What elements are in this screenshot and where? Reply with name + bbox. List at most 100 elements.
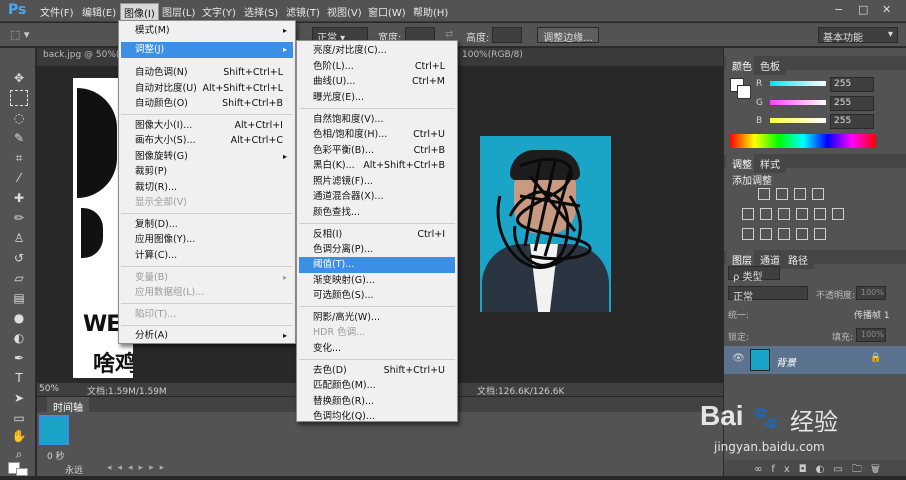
menu-item-posterize[interactable]: 色调分离(P)...: [299, 242, 455, 258]
menu-item-analysis[interactable]: 分析(A) ▸: [121, 328, 293, 344]
menu-item-color-balance[interactable]: 色彩平衡(B)... Ctrl+B: [299, 143, 455, 159]
maximize-icon[interactable]: □: [858, 3, 868, 16]
menu-item-exposure[interactable]: 曝光度(E)...: [299, 90, 455, 106]
menu-layer[interactable]: 图层(L): [162, 4, 195, 19]
bg-color-chip[interactable]: [737, 85, 751, 99]
channel-g-value[interactable]: 255: [830, 96, 874, 111]
background-color-swatch[interactable]: [16, 468, 28, 476]
menu-item-black-white[interactable]: 黑白(K)... Alt+Shift+Ctrl+B: [299, 158, 455, 174]
curves-icon[interactable]: [794, 188, 806, 200]
tab-paths[interactable]: 路径: [782, 250, 814, 269]
menu-item-gradient-map[interactable]: 渐变映射(G)...: [299, 273, 455, 289]
doc-tab-2[interactable]: 100%(RGB/8): [462, 50, 523, 60]
eraser-tool-icon[interactable]: ▱: [10, 270, 28, 286]
menu-item-duplicate[interactable]: 复制(D)...: [121, 217, 293, 233]
marquee-tool-icon[interactable]: [10, 90, 28, 106]
clone-stamp-icon[interactable]: ♙: [10, 230, 28, 246]
menu-item-brightness[interactable]: 亮度/对比度(C)...: [299, 43, 455, 59]
history-brush-icon[interactable]: ↺: [10, 250, 28, 266]
playback-controls[interactable]: ◂◂◂▸▸▸: [107, 463, 170, 473]
channel-r-value[interactable]: 255: [830, 77, 874, 92]
timeline-tab[interactable]: 时间轴: [47, 397, 89, 416]
fill-input[interactable]: 100%: [856, 328, 886, 342]
color-spectrum-bar[interactable]: [730, 134, 876, 148]
brightness-icon[interactable]: [758, 188, 770, 200]
frame-thumbnail[interactable]: [39, 415, 69, 445]
menu-item-replace-color[interactable]: 替换颜色(R)...: [299, 394, 455, 410]
posterize-icon[interactable]: [760, 228, 772, 240]
layer-name[interactable]: 背景: [776, 354, 796, 369]
channel-g-slider[interactable]: [770, 100, 826, 105]
menu-item-canvas-size[interactable]: 画布大小(S)... Alt+Ctrl+C: [121, 133, 293, 149]
propagate-frame-label[interactable]: 传播帧 1: [854, 308, 890, 321]
refine-edge-button[interactable]: 调整边缘...: [537, 27, 599, 44]
swap-icon[interactable]: ⇄: [445, 29, 453, 40]
hand-tool-icon[interactable]: ✋: [10, 428, 28, 444]
menu-item-auto-tone[interactable]: 自动色调(N) Shift+Ctrl+L: [121, 65, 293, 81]
menu-item-equalize[interactable]: 色调均化(Q)...: [299, 409, 455, 425]
menu-item-variables[interactable]: 变量(B) ▸: [121, 270, 293, 286]
menu-item-crop[interactable]: 裁剪(P): [121, 164, 293, 180]
exposure-icon[interactable]: [812, 188, 824, 200]
pen-tool-icon[interactable]: ✒: [10, 350, 28, 366]
crop-tool-icon[interactable]: ⌗: [10, 150, 28, 166]
lookup-icon[interactable]: [832, 208, 844, 220]
photo-filter-icon[interactable]: [814, 208, 826, 220]
menu-item-auto-contrast[interactable]: 自动对比度(U) Alt+Shift+Ctrl+L: [121, 81, 293, 97]
menu-item-trap[interactable]: 陷印(T)...: [121, 307, 293, 323]
balance-icon[interactable]: [778, 208, 790, 220]
menu-edit[interactable]: 编辑(E): [82, 4, 116, 19]
menu-type[interactable]: 文字(Y): [202, 4, 236, 19]
quick-select-icon[interactable]: ✎: [10, 130, 28, 146]
threshold-icon[interactable]: [778, 228, 790, 240]
height-input[interactable]: [492, 27, 522, 43]
menu-item-hdr-toning[interactable]: HDR 色调...: [299, 325, 455, 341]
zoom-tool-icon[interactable]: ⌕: [10, 446, 28, 462]
healing-brush-icon[interactable]: ✚: [10, 190, 28, 206]
menu-item-color-lookup[interactable]: 颜色查找...: [299, 205, 455, 221]
opacity-input[interactable]: 100%: [856, 286, 886, 300]
menu-item-invert[interactable]: 反相(I) Ctrl+I: [299, 227, 455, 243]
menu-select[interactable]: 选择(S): [244, 4, 278, 19]
close-icon[interactable]: ✕: [882, 3, 891, 16]
menu-window[interactable]: 窗口(W): [368, 4, 406, 19]
menu-item-vibrance[interactable]: 自然饱和度(V)...: [299, 112, 455, 128]
zoom-level[interactable]: 50%: [39, 384, 59, 394]
menu-item-threshold[interactable]: 阈值(T)...: [299, 257, 455, 273]
workspace-select[interactable]: 基本功能 ▾: [818, 27, 898, 44]
menu-item-photo-filter[interactable]: 照片滤镜(F)...: [299, 174, 455, 190]
menu-item-desaturate[interactable]: 去色(D) Shift+Ctrl+U: [299, 363, 455, 379]
menu-item-match-color[interactable]: 匹配颜色(M)...: [299, 378, 455, 394]
eyedropper-icon[interactable]: ⁄: [10, 170, 28, 186]
menu-help[interactable]: 帮助(H): [413, 4, 448, 19]
layer-row-background[interactable]: 👁 背景 🔒: [724, 346, 906, 374]
menu-file[interactable]: 文件(F): [40, 4, 74, 19]
lasso-tool-icon[interactable]: ◌: [10, 110, 28, 126]
channel-b-value[interactable]: 255: [830, 114, 874, 129]
path-select-icon[interactable]: ➤: [10, 390, 28, 406]
gradient-map-icon[interactable]: [796, 228, 808, 240]
menu-item-levels[interactable]: 色阶(L)... Ctrl+L: [299, 59, 455, 75]
menu-item-shadows-highlights[interactable]: 阴影/高光(W)...: [299, 310, 455, 326]
menu-filter[interactable]: 滤镜(T): [286, 4, 320, 19]
selective-color-icon[interactable]: [814, 228, 826, 240]
menu-item-rotate[interactable]: 图像旋转(G) ▸: [121, 149, 293, 165]
menu-item-auto-color[interactable]: 自动颜色(O) Shift+Ctrl+B: [121, 96, 293, 112]
menu-item-apply-image[interactable]: 应用图像(Y)...: [121, 232, 293, 248]
tab-swatches[interactable]: 色板: [754, 56, 786, 75]
menu-item-curves[interactable]: 曲线(U)... Ctrl+M: [299, 74, 455, 90]
layer-filter-select[interactable]: ρ 类型: [728, 266, 780, 283]
menu-view[interactable]: 视图(V): [327, 4, 362, 19]
gradient-tool-icon[interactable]: ▤: [10, 290, 28, 306]
layer-action-icons[interactable]: ∞fx◘◐▭🗀🗑: [754, 462, 889, 479]
move-tool-icon[interactable]: ✥: [10, 70, 28, 86]
channel-r-slider[interactable]: [770, 81, 826, 86]
menu-item-reveal-all[interactable]: 显示全部(V): [121, 195, 293, 211]
rectangle-tool-icon[interactable]: ▭: [10, 410, 28, 426]
menu-item-variations[interactable]: 变化...: [299, 341, 455, 357]
frame-time[interactable]: 0 秒: [47, 449, 65, 462]
menu-item-channel-mixer[interactable]: 通道混合器(X)...: [299, 189, 455, 205]
blur-tool-icon[interactable]: ●: [10, 310, 28, 326]
tab-styles[interactable]: 样式: [754, 154, 786, 173]
menu-item-adjust[interactable]: 调整(J) ▸: [121, 42, 293, 58]
